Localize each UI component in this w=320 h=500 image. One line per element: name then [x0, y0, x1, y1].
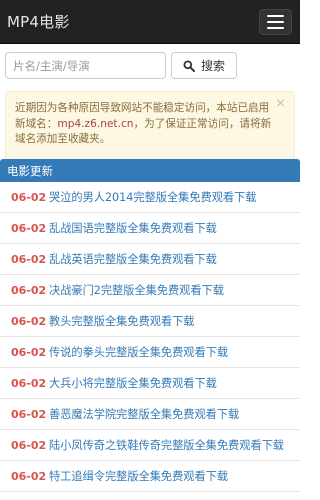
movie-date: 06-02 — [11, 438, 47, 452]
movie-list-item[interactable]: 06-02 陆小凤传奇之铁鞋传奇完整版全集免费观看下载 — [0, 430, 300, 461]
movie-date: 06-02 — [11, 314, 47, 328]
movie-updates-panel: 电影更新 06-02 哭泣的男人2014完整版全集免费观看下载 06-02 乱战国语完… — [0, 159, 300, 492]
hamburger-menu-icon[interactable] — [259, 8, 292, 35]
movie-list-item[interactable]: 06-02 乱战国语完整版全集免费观看下载 — [0, 213, 300, 244]
movie-date: 06-02 — [11, 252, 47, 266]
movie-list-item[interactable]: 06-02 乱战英语完整版全集免费观看下载 — [0, 244, 300, 275]
movie-title-link[interactable]: 哭泣的男人2014完整版全集免费观看下载 — [49, 189, 256, 205]
movie-title-link[interactable]: 乱战英语完整版全集免费观看下载 — [49, 251, 217, 267]
movie-date: 06-02 — [11, 469, 47, 483]
search-form: 搜索 — [0, 44, 300, 79]
search-icon — [183, 60, 195, 72]
panel-heading: 电影更新 — [0, 159, 300, 182]
movie-list-item[interactable]: 06-02 传说的拳头完整版全集免费观看下载 — [0, 337, 300, 368]
top-navbar: MP4电影 — [0, 0, 300, 44]
movie-list-item[interactable]: 06-02 决战豪门2完整版全集免费观看下载 — [0, 275, 300, 306]
movie-date: 06-02 — [11, 221, 47, 235]
menu-bar — [267, 14, 284, 17]
movie-list-item[interactable]: 06-02 善恶魔法学院完整版全集免费观看下载 — [0, 399, 300, 430]
movie-title-link[interactable]: 陆小凤传奇之铁鞋传奇完整版全集免费观看下载 — [49, 437, 284, 453]
menu-bar — [267, 26, 284, 29]
menu-bar — [267, 20, 284, 23]
movie-date: 06-02 — [11, 376, 47, 390]
movie-date: 06-02 — [11, 283, 47, 297]
movie-list-item[interactable]: 06-02 大兵小将完整版全集免费观看下载 — [0, 368, 300, 399]
movie-date: 06-02 — [11, 407, 47, 421]
movie-list: 06-02 哭泣的男人2014完整版全集免费观看下载 06-02 乱战国语完整版全集免… — [0, 182, 300, 492]
movie-title-link[interactable]: 教头完整版全集免费观看下载 — [49, 313, 194, 329]
movie-list-item[interactable]: 06-02 哭泣的男人2014完整版全集免费观看下载 — [0, 182, 300, 213]
close-icon[interactable]: × — [275, 97, 286, 110]
movie-title-link[interactable]: 善恶魔法学院完整版全集免费观看下载 — [49, 406, 239, 422]
search-button[interactable]: 搜索 — [171, 52, 237, 79]
movie-list-item[interactable]: 06-02 教头完整版全集免费观看下载 — [0, 306, 300, 337]
movie-date: 06-02 — [11, 190, 47, 204]
site-logo-text[interactable]: MP4电影 — [7, 11, 70, 32]
movie-title-link[interactable]: 决战豪门2完整版全集免费观看下载 — [49, 282, 224, 298]
search-input[interactable] — [5, 52, 166, 79]
search-button-label: 搜索 — [200, 59, 225, 73]
movie-title-link[interactable]: 乱战国语完整版全集免费观看下载 — [49, 220, 217, 236]
domain-notice-alert: 近期因为各种原因导致网站不能稳定访问，本站已启用新域名：mp4.z6.net.c… — [5, 91, 295, 160]
movie-date: 06-02 — [11, 345, 47, 359]
movie-title-link[interactable]: 传说的拳头完整版全集免费观看下载 — [49, 344, 228, 360]
notice-domain[interactable]: mp4.z6.net.cn — [57, 118, 133, 130]
movie-title-link[interactable]: 特工追缉令完整版全集免费观看下载 — [49, 468, 228, 484]
movie-title-link[interactable]: 大兵小将完整版全集免费观看下载 — [49, 375, 217, 391]
movie-list-item[interactable]: 06-02 特工追缉令完整版全集免费观看下载 — [0, 461, 300, 492]
